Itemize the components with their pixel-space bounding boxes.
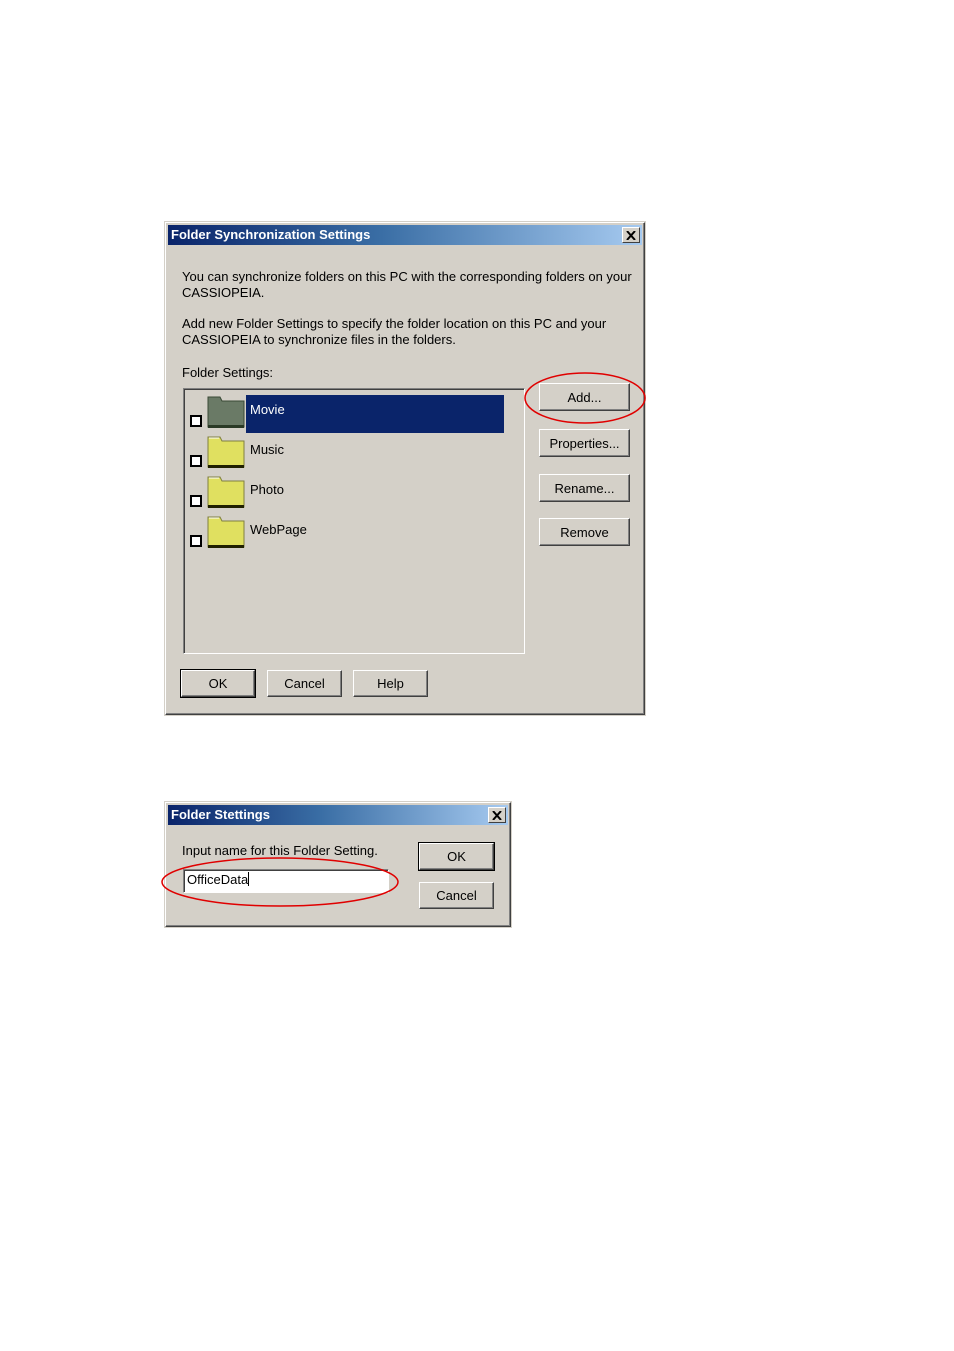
webpage-checkbox[interactable]: [190, 535, 202, 547]
close-icon: [626, 230, 636, 240]
text-caret: [248, 872, 250, 886]
movie-checkbox[interactable]: [190, 415, 202, 427]
folder-name-input[interactable]: OfficeData: [183, 869, 389, 893]
close-button[interactable]: [622, 227, 640, 243]
dialog-titlebar: Folder Stettings: [168, 805, 508, 825]
folder-icon: [207, 396, 245, 428]
folder-sync-dialog: Folder Synchronization Settings You can …: [165, 222, 645, 715]
add-text-line1: Add new Folder Settings to specify the f…: [182, 316, 607, 331]
help-button[interactable]: Help: [353, 670, 428, 697]
list-item-label: Movie: [246, 395, 504, 433]
list-item-label: Music: [250, 442, 284, 457]
ok-button[interactable]: OK: [180, 669, 256, 698]
remove-button[interactable]: Remove: [539, 518, 630, 546]
list-item-movie[interactable]: Movie: [184, 389, 514, 433]
photo-checkbox[interactable]: [190, 495, 202, 507]
intro-text-line2: CASSIOPEIA.: [182, 285, 265, 300]
add-button[interactable]: Add...: [539, 383, 630, 411]
folder-settings-label: Folder Settings:: [182, 365, 274, 380]
properties-button[interactable]: Properties...: [539, 429, 630, 457]
music-checkbox[interactable]: [190, 455, 202, 467]
cancel-button[interactable]: Cancel: [267, 670, 342, 697]
cancel-button[interactable]: Cancel: [419, 882, 494, 909]
prompt-label: Input name for this Folder Setting.: [182, 843, 378, 858]
list-item-music[interactable]: Music: [184, 429, 514, 469]
folder-settings-dialog: Folder Stettings Input name for this Fol…: [165, 802, 511, 927]
rename-button[interactable]: Rename...: [539, 474, 630, 502]
list-item-webpage[interactable]: WebPage: [184, 509, 514, 549]
add-text-line2: CASSIOPEIA to synchronize files in the f…: [182, 332, 456, 347]
dialog-title: Folder Stettings: [171, 807, 270, 822]
close-icon: [492, 810, 502, 820]
folder-name-value: OfficeData: [187, 872, 249, 887]
folder-icon: [207, 516, 245, 548]
folder-settings-list[interactable]: Movie Music Photo WebPage: [183, 388, 525, 654]
ok-button[interactable]: OK: [418, 842, 495, 871]
list-item-photo[interactable]: Photo: [184, 469, 514, 509]
folder-icon: [207, 436, 245, 468]
dialog-titlebar: Folder Synchronization Settings: [168, 225, 642, 245]
list-item-label: WebPage: [250, 522, 307, 537]
close-button[interactable]: [488, 807, 506, 823]
list-item-label: Photo: [250, 482, 284, 497]
intro-text-line1: You can synchronize folders on this PC w…: [182, 269, 632, 284]
folder-icon: [207, 476, 245, 508]
dialog-title: Folder Synchronization Settings: [171, 227, 371, 242]
